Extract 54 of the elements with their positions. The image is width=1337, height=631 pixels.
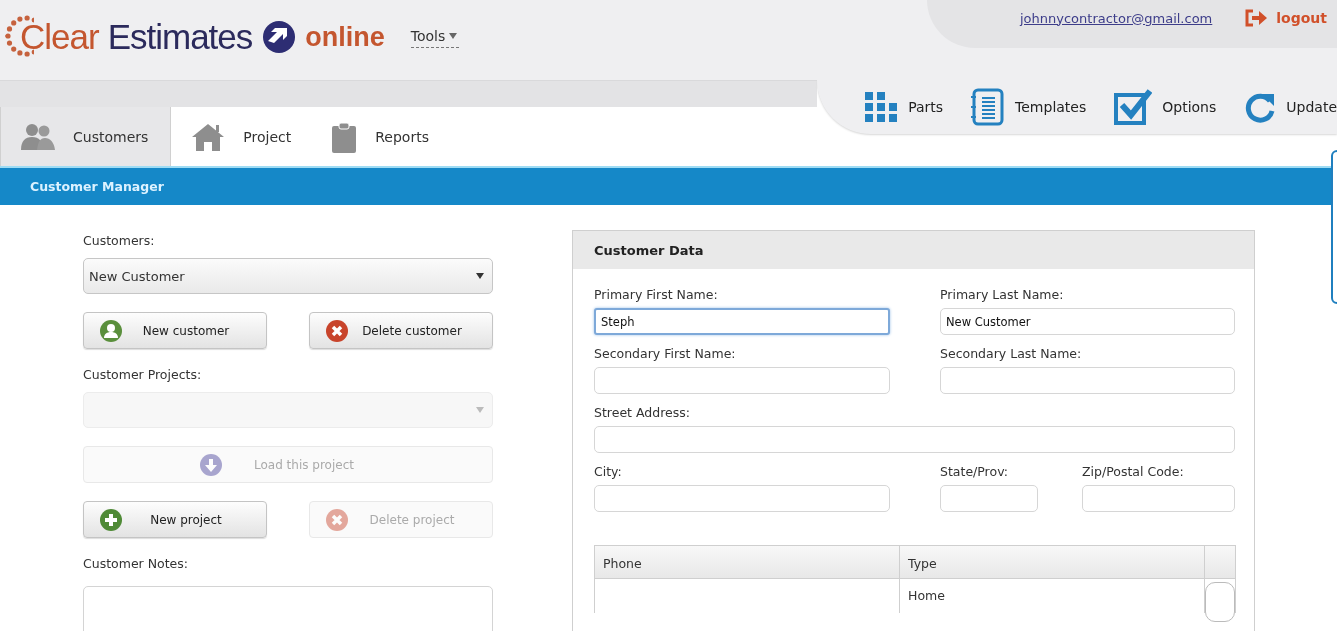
house-icon	[191, 121, 226, 152]
field-label: State/Prov:	[940, 464, 1010, 479]
text-field[interactable]	[594, 485, 890, 512]
text-field[interactable]	[594, 367, 890, 394]
column-header: Phone	[595, 546, 900, 578]
grid-icon	[865, 91, 899, 123]
action-button[interactable]: New customer	[83, 312, 267, 349]
close-icon	[326, 319, 348, 342]
field-label: Zip/Postal Code:	[1082, 464, 1185, 479]
text-field[interactable]	[1082, 485, 1235, 512]
toolbar-button[interactable]: Templates	[971, 88, 1087, 126]
toolbar-button[interactable]: Parts	[865, 91, 944, 123]
plus-icon	[100, 508, 122, 531]
section-title: Customer Manager	[30, 179, 164, 194]
arrow-down-icon	[200, 453, 222, 476]
close-icon	[326, 508, 348, 531]
tools-menu[interactable]: Tools	[410, 28, 460, 48]
checkbox-icon	[1114, 89, 1153, 125]
text-field[interactable]	[940, 485, 1038, 512]
people-icon	[21, 121, 55, 152]
email-link[interactable]: johnnycontractor@gmail.com	[1020, 10, 1213, 26]
text-field[interactable]: New Customer	[940, 308, 1235, 335]
tab[interactable]: Customers	[0, 107, 172, 166]
clipboard-icon	[331, 120, 358, 153]
field-label: City:	[594, 464, 623, 479]
field-label: Primary Last Name:	[940, 287, 1065, 302]
logo-text: Estimates	[107, 17, 253, 57]
field-label: Customer Projects:	[83, 367, 203, 382]
field-label: Customers:	[83, 233, 156, 248]
caret-icon	[476, 407, 484, 413]
refresh-icon	[1244, 91, 1277, 123]
field-label: Customer Notes:	[83, 556, 189, 571]
text-field[interactable]: Steph	[594, 308, 890, 335]
field-label: Primary First Name:	[594, 287, 719, 302]
panel-title: Customer Data	[594, 242, 704, 258]
notebook-icon	[971, 88, 1006, 126]
text-field[interactable]	[940, 367, 1235, 394]
text-field[interactable]	[594, 426, 1235, 453]
person-icon	[100, 319, 122, 342]
logout-icon	[1244, 8, 1269, 28]
logo-text: Clear	[20, 17, 99, 57]
field-label: Street Address:	[594, 405, 691, 420]
row-button[interactable]	[1205, 582, 1235, 622]
logo-text: online	[305, 21, 385, 53]
dropdown[interactable]: New Customer	[83, 258, 493, 294]
action-button[interactable]: Delete customer	[309, 312, 493, 349]
column-header: Type	[900, 546, 1205, 578]
caret-icon	[449, 33, 458, 39]
caret-icon	[476, 273, 484, 279]
toolbar-button[interactable]: Options	[1114, 89, 1217, 125]
action-button[interactable]: New project	[83, 501, 267, 538]
toolbar-button[interactable]: Update	[1244, 91, 1337, 123]
field-label: Secondary First Name:	[594, 346, 737, 361]
field-label: Secondary Last Name:	[940, 346, 1083, 361]
